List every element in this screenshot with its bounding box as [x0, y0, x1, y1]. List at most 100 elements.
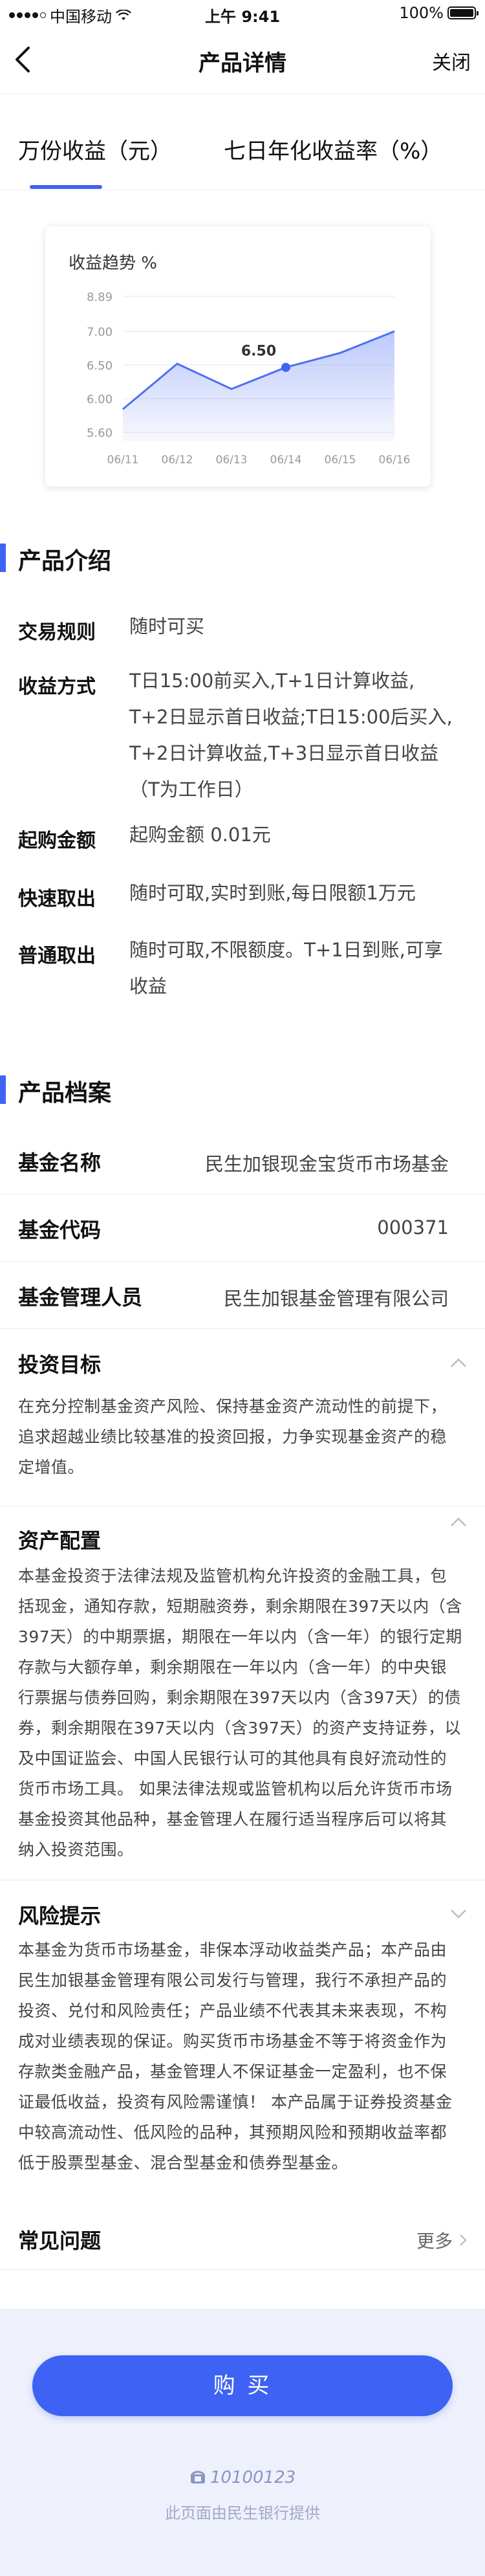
normal-withdraw-line: 收益 [129, 975, 167, 997]
income-method-line: T+2日显示首日收益;T日15:00后买入, [129, 706, 453, 728]
accordion-title[interactable]: 资产配置 [18, 1525, 101, 1554]
intro-label-min-purchase: 起购金额 [18, 830, 96, 852]
chevron-right-icon [460, 2234, 467, 2246]
body-line: 追求超越业绩比较基准的投资回报，力争实现基金资产的稳 [18, 1427, 447, 1446]
accordion-title[interactable]: 投资目标 [18, 1349, 101, 1378]
y-tick-label: 6.00 [87, 393, 113, 406]
faq-more-link[interactable]: 更多 [416, 2227, 467, 2253]
income-method-line: （T为工作日） [129, 778, 253, 800]
body-line: 货币市场工具。 如果法律法规或监管机构以后允许货币市场 [18, 1779, 453, 1798]
more-label: 更多 [416, 2230, 453, 2252]
accordion-title[interactable]: 风险提示 [18, 1900, 101, 1930]
intro-label-income-method: 收益方式 [18, 676, 96, 698]
intro-value-fast-withdraw: 随时可取,实时到账,每日限额1万元 [129, 882, 416, 904]
y-tick-label: 6.50 [87, 359, 113, 373]
body-line: 券，剩余期限在397天以内（含397天）的资产支持证券，以 [18, 1719, 461, 1737]
x-tick-label: 06/14 [270, 454, 302, 467]
intro-value-min-purchase: 起购金额 0.01元 [129, 824, 271, 846]
body-line: 投资、兑付和风险责任；产品业绩不代表其未来表现，不构 [18, 2001, 447, 2020]
section-title: 产品档案 [18, 1080, 112, 1106]
archive-row-fund-name: 基金名称 民生加银现金宝货币市场基金 [0, 1127, 485, 1194]
y-tick-label: 8.89 [87, 291, 113, 304]
y-tick-label: 7.00 [87, 325, 113, 339]
faq-row[interactable]: 常见问题 更多 [0, 2218, 485, 2270]
archive-row-fund-code: 基金代码 000371 [0, 1194, 485, 1262]
body-line: 证最低收益，投资有风险需谨慎！ 本产品属于证券投资基金 [18, 2093, 453, 2111]
body-line: 行票据与债券回购，剩余期限在397天以内（含397天）的债 [18, 1688, 461, 1707]
section-accent-bar [0, 1075, 6, 1104]
service-phone[interactable]: 10100123 [0, 2468, 485, 2487]
body-line: 中较高流动性、低风险的品种，其预期风险和预期收益率都 [18, 2123, 447, 2142]
body-line: 括现金，通知存款，短期融资券，剩余期限在397天以内（含 [18, 1597, 462, 1616]
archive-label: 基金名称 [18, 1150, 102, 1175]
accordion-investment-objective: 投资目标 在充分控制基金资产风险、保持基金资产流动性的前提下， 追求超越业绩比较… [0, 1329, 485, 1506]
intro-label-fast-withdraw: 快速取出 [18, 888, 96, 910]
body-line: 定增值。 [18, 1458, 85, 1477]
archive-label: 基金代码 [18, 1218, 102, 1242]
battery-level-fill [450, 9, 473, 17]
body-line: 存款类金融产品，基金管理人不保证基金一定盈利，也不保 [18, 2062, 447, 2081]
x-tick-label: 06/15 [325, 454, 356, 467]
x-tick-label: 06/12 [162, 454, 193, 467]
intro-label-trade-rule: 交易规则 [18, 621, 96, 644]
buy-button[interactable]: 购 买 [32, 2355, 453, 2416]
tab-seven-day-yield[interactable]: 七日年化收益率（%） [224, 133, 442, 165]
normal-withdraw-line: 随时可取,不限额度。T+1日到账,可享 [129, 939, 443, 961]
accordion-body: 本基金投资于法律法规及监管机构允许投资的金融工具，包 括现金，通知存款，短期融资… [18, 1561, 471, 1865]
body-line: 397天）的中期票据，期限在一年以内（含一年）的银行定期 [18, 1627, 462, 1646]
phone-number: 10100123 [210, 2468, 296, 2487]
provider-note: 此页面由民生银行提供 [165, 2504, 320, 2522]
archive-value: 民生加银现金宝货币市场基金 [204, 1153, 449, 1175]
body-line: 民生加银基金管理有限公司发行与管理，我行不承担产品的 [18, 1971, 447, 1990]
section-header-archive: 产品档案 [0, 1073, 485, 1109]
chevron-up-icon[interactable] [450, 1358, 467, 1368]
active-tab-indicator [30, 185, 102, 189]
body-line: 在充分控制基金资产风险、保持基金资产流动性的前提下， [18, 1397, 447, 1416]
yield-trend-chart: 8.89 7.00 6.50 6.00 5.60 6.50 06/11 06/12 06/13 0… [87, 291, 411, 467]
close-button[interactable]: 关闭 [432, 47, 471, 75]
accordion-body: 本基金为货币市场基金，非保本浮动收益类产品；本产品由 民生加银基金管理有限公司发… [18, 1935, 471, 2178]
data-label: 6.50 [241, 344, 276, 360]
section-accent-bar [0, 544, 6, 572]
y-tick-label: 5.60 [87, 426, 113, 440]
navigation-bar: 产品详情 关闭 [0, 26, 485, 94]
data-point-highlight [281, 362, 290, 372]
accordion-body: 在充分控制基金资产风险、保持基金资产流动性的前提下， 追求超越业绩比较基准的投资… [18, 1391, 471, 1482]
body-line: 低于股票型基金、混合型基金和债券型基金。 [18, 2153, 349, 2172]
back-button[interactable] [13, 45, 39, 78]
tab-ten-thousand-yield[interactable]: 万份收益（元） [18, 133, 172, 165]
body-line: 及中国证监会、中国人民银行认可的其他具有良好流动性的 [18, 1749, 447, 1768]
chevron-up-icon[interactable] [450, 1517, 467, 1527]
archive-value: 000371 [377, 1216, 449, 1238]
page-title: 产品详情 [199, 50, 286, 76]
battery-percent: 100% [399, 4, 444, 22]
intro-value-normal-withdraw: 随时可取,不限额度。T+1日到账,可享 收益 [129, 932, 466, 1004]
body-line: 基金投资其他品种，基金管理人在履行适当程序后可以将其 [18, 1810, 447, 1829]
body-line: 成对业绩表现的保证。购买货币市场基金不等于将资金作为 [18, 2032, 447, 2051]
telephone-icon [190, 2471, 206, 2483]
section-title: 产品介绍 [18, 548, 112, 575]
body-line: 本基金为货币市场基金，非保本浮动收益类产品；本产品由 [18, 1941, 447, 1959]
intro-value-income-method: T日15:00前买入,T+1日计算收益, T+2日显示首日收益;T日15:00后… [129, 663, 466, 808]
accordion-risk-notice: 风险提示 本基金为货币市场基金，非保本浮动收益类产品；本产品由 民生加银基金管理… [0, 1880, 485, 2218]
product-detail-page: { "status_bar": { "carrier": "中国移动", "ti… [0, 0, 485, 2576]
x-tick-label: 06/11 [107, 454, 139, 467]
body-line: 本基金投资于法律法规及监管机构允许投资的金融工具，包 [18, 1567, 447, 1585]
battery-icon [447, 6, 479, 19]
chevron-down-icon[interactable] [450, 1909, 467, 1919]
archive-row-fund-manager: 基金管理人员 民生加银基金管理有限公司 [0, 1262, 485, 1329]
faq-title: 常见问题 [18, 2229, 102, 2253]
intro-value-trade-rule: 随时可买 [129, 615, 205, 637]
body-line: 存款与大额存单，剩余期限在一年以内（含一年）的中央银 [18, 1658, 447, 1677]
battery-group: 100% [399, 4, 479, 22]
x-tick-label: 06/13 [216, 454, 248, 467]
archive-value: 民生加银基金管理有限公司 [223, 1288, 449, 1310]
yield-tabs: 万份收益（元） 七日年化收益率（%） [0, 94, 485, 190]
footer: 购 买 10100123 此页面由民生银行提供 [0, 2309, 485, 2576]
income-method-line: T日15:00前买入,T+1日计算收益, [129, 670, 415, 692]
section-header-intro: 产品介绍 [0, 541, 485, 577]
intro-label-normal-withdraw: 普通取出 [18, 945, 96, 967]
chevron-left-icon [16, 47, 30, 72]
accordion-asset-allocation: 资产配置 本基金投资于法律法规及监管机构允许投资的金融工具，包 括现金，通知存款… [0, 1506, 485, 1880]
x-tick-label: 06/16 [379, 454, 411, 467]
